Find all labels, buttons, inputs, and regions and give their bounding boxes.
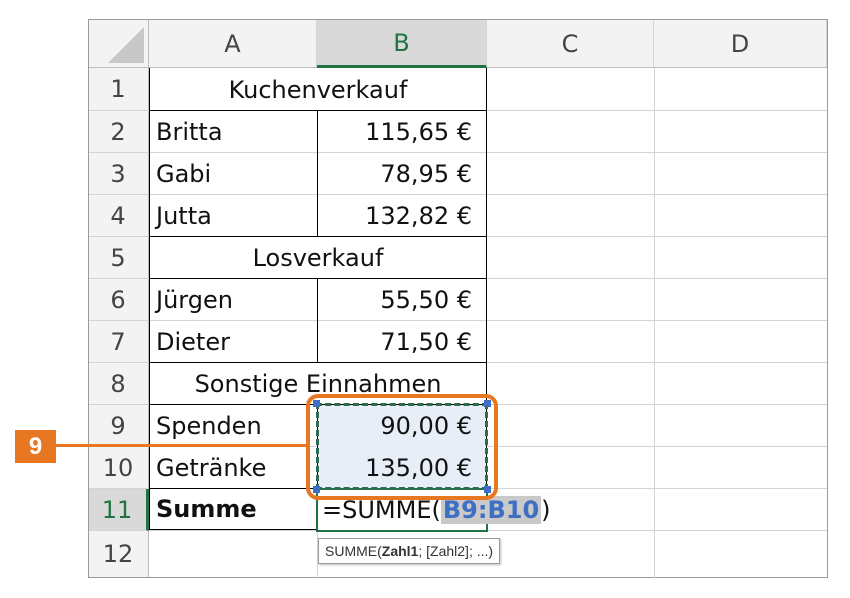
tooltip-arg1: Zahl1 (381, 543, 419, 559)
cell-b6[interactable]: 55,50 € (318, 279, 486, 320)
select-all-corner[interactable] (88, 20, 149, 68)
gridline (827, 20, 828, 578)
row-header-12[interactable]: 12 (88, 531, 149, 578)
cell-a4[interactable]: Jutta (150, 195, 317, 236)
spreadsheet: A B C D 1 2 3 4 5 6 7 8 9 10 11 12 Kuche… (0, 0, 850, 598)
column-header-a[interactable]: A (149, 20, 317, 68)
gridline (88, 19, 828, 20)
column-header-b[interactable]: B (317, 20, 487, 68)
column-header-d[interactable]: D (654, 20, 827, 68)
column-header-c[interactable]: C (487, 20, 654, 68)
table-border (149, 529, 317, 530)
cell-a11[interactable]: Summe (150, 489, 316, 529)
cell-a3[interactable]: Gabi (150, 153, 317, 194)
cell-a5[interactable]: Losverkauf (150, 237, 486, 278)
row-header-2[interactable]: 2 (88, 111, 149, 153)
tooltip-rest: ; [Zahl2]; ...) (418, 543, 494, 559)
cell-a7[interactable]: Dieter (150, 321, 317, 362)
gridline (88, 20, 89, 578)
triangle-icon (108, 27, 144, 63)
cell-a1[interactable]: Kuchenverkauf (150, 69, 486, 110)
row-header-9[interactable]: 9 (88, 405, 149, 447)
formula-suffix: ) (541, 496, 551, 524)
row-header-8[interactable]: 8 (88, 363, 149, 405)
formula-prefix: =SUMME( (322, 496, 441, 524)
cell-b7[interactable]: 71,50 € (318, 321, 486, 362)
row-header-6[interactable]: 6 (88, 279, 149, 321)
row-header-1[interactable]: 1 (88, 68, 149, 111)
cell-a2[interactable]: Britta (150, 111, 317, 152)
row-header-7[interactable]: 7 (88, 321, 149, 363)
row-header-4[interactable]: 4 (88, 195, 149, 237)
function-tooltip: SUMME(Zahl1; [Zahl2]; ...) (318, 538, 501, 564)
cell-b4[interactable]: 132,82 € (318, 195, 486, 236)
cell-b3[interactable]: 78,95 € (318, 153, 486, 194)
cell-a6[interactable]: Jürgen (150, 279, 317, 320)
callout-highlight (306, 394, 498, 500)
row-header-5[interactable]: 5 (88, 237, 149, 279)
gridline (149, 530, 827, 531)
formula-range-ref: B9:B10 (440, 496, 542, 524)
cell-a9[interactable]: Spenden (150, 405, 317, 446)
tooltip-fn: SUMME( (325, 543, 382, 559)
callout-line (40, 444, 306, 447)
row-header-3[interactable]: 3 (88, 153, 149, 195)
callout-badge: 9 (15, 430, 56, 463)
gridline (88, 577, 828, 578)
cell-b2[interactable]: 115,65 € (318, 111, 486, 152)
row-header-10[interactable]: 10 (88, 447, 149, 489)
row-header-11[interactable]: 11 (88, 489, 149, 531)
gridline (654, 68, 655, 578)
cell-a10[interactable]: Getränke (150, 447, 317, 488)
